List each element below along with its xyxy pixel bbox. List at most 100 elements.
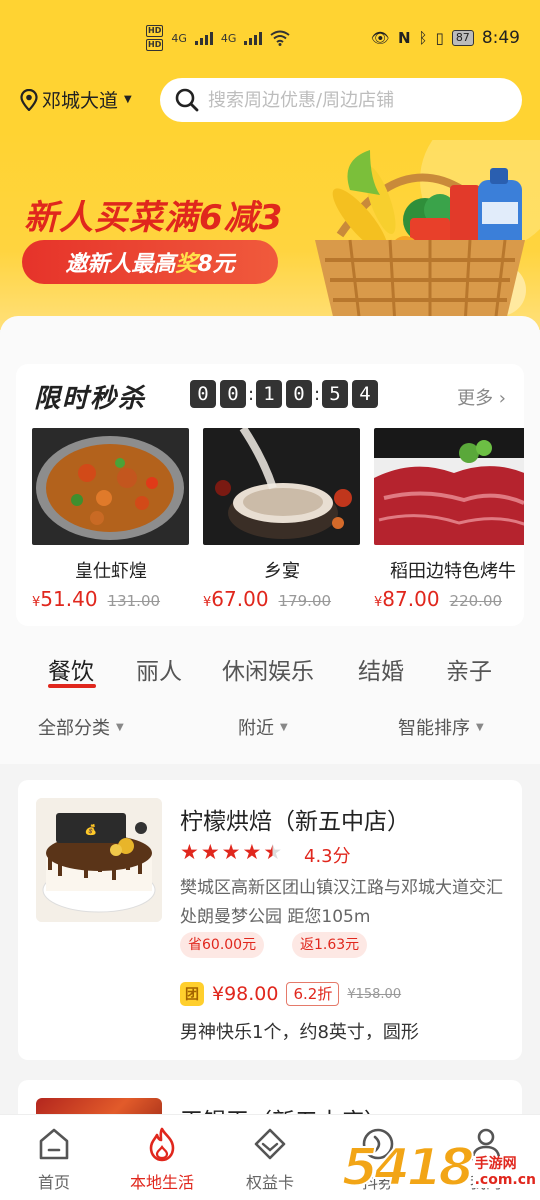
- nav-benefit-card[interactable]: 权益卡: [224, 1125, 316, 1193]
- countdown-digit: 4: [352, 380, 378, 408]
- bluetooth-icon: ᛒ: [418, 29, 428, 47]
- countdown-timer: 0 0 : 1 0 : 5 4: [188, 380, 380, 408]
- star-icon: ★: [242, 840, 262, 864]
- location-pin-icon: [20, 88, 38, 111]
- nav-local-life[interactable]: 本地生活: [116, 1125, 208, 1193]
- search-bar[interactable]: [160, 78, 522, 122]
- svg-text:💰: 💰: [85, 823, 97, 836]
- top-header: 邓城大道 ▼: [0, 70, 540, 130]
- deal-price: ¥98.00: [212, 983, 279, 1005]
- flash-item-image: [374, 428, 524, 545]
- shop-image: 💰: [36, 798, 162, 922]
- flash-item-old-price: 131.00: [107, 592, 161, 610]
- discount-badge: 6.2折: [286, 982, 340, 1006]
- flash-item-name: 皇仕虾煌: [75, 561, 147, 582]
- tab-beauty[interactable]: 丽人: [136, 652, 182, 686]
- flash-item-price: ¥67.00: [203, 587, 269, 611]
- category-tabs: 餐饮 丽人 休闲娱乐 结婚 亲子: [0, 644, 540, 704]
- nav-label: 本地生活: [129, 1173, 194, 1192]
- nav-home[interactable]: 首页: [8, 1125, 100, 1193]
- signal-icon: [194, 31, 213, 45]
- group-buy-icon: 团: [180, 982, 204, 1006]
- grocery-basket-illustration: [315, 140, 540, 326]
- search-icon: [175, 88, 199, 112]
- flash-sale-card: 限时秒杀 0 0 : 1 0 : 5 4 更多 › 皇仕虾煌 ¥51.40 13…: [16, 364, 524, 626]
- wifi-icon: [270, 30, 291, 46]
- invite-pill[interactable]: 邀新人最高奖 8元: [22, 240, 278, 284]
- nfc-icon: N: [397, 29, 411, 47]
- countdown-digit: 0: [220, 380, 246, 408]
- flash-item[interactable]: 皇仕虾煌 ¥51.40 131.00: [32, 428, 190, 611]
- tab-wedding[interactable]: 结婚: [358, 652, 404, 686]
- deal-description: 男神快乐1个，约8英寸，圆形: [180, 1022, 419, 1043]
- vibrate-icon: ▯: [435, 29, 444, 47]
- nav-label: 权益卡: [245, 1173, 294, 1192]
- watermark-number: 5418: [341, 1138, 476, 1198]
- network-indicators: HD HD 4G 4G: [146, 24, 291, 52]
- diamond-icon: [254, 1128, 286, 1160]
- flame-icon: [149, 1127, 175, 1162]
- network-type-2: 4G: [220, 31, 237, 45]
- flash-sale-title: 限时秒杀: [34, 384, 147, 414]
- promo-banner[interactable]: 新人买菜满6减3 邀新人最高奖 8元: [0, 130, 540, 330]
- more-link[interactable]: 更多 ›: [457, 384, 506, 410]
- star-icon: ★: [200, 840, 220, 864]
- active-tab-indicator: [48, 684, 96, 688]
- eye-icon: 👁: [370, 29, 390, 47]
- nav-label: 首页: [37, 1173, 70, 1192]
- cashback-tag: 返1.63元: [292, 932, 368, 958]
- flash-item-price: ¥51.40: [32, 587, 98, 611]
- battery-icon: 87: [451, 30, 474, 46]
- shop-name: 柠檬烘焙（新五中店）: [180, 809, 410, 835]
- countdown-separator: :: [314, 383, 321, 405]
- countdown-digit: 5: [322, 380, 348, 408]
- flash-item-name: 乡宴: [264, 561, 300, 582]
- filter-bar: 全部分类 ▼ 附近 ▼ 智能排序 ▼: [0, 706, 540, 746]
- flash-item-name: 稻田边特色烤牛: [390, 561, 516, 582]
- star-icon: ★: [180, 840, 199, 864]
- location-label: 邓城大道: [42, 90, 119, 112]
- location-selector[interactable]: 邓城大道 ▼: [20, 86, 132, 113]
- clock: 8:49: [481, 28, 520, 48]
- saving-tag: 省60.00元: [180, 932, 265, 958]
- shop-address: 樊城区高新区团山镇汉江路与邓城大道交汇处朗曼梦公园 距您105m: [180, 878, 503, 927]
- flash-item[interactable]: 乡宴 ¥67.00 179.00: [203, 428, 361, 611]
- shop-score: 4.3分: [304, 846, 351, 867]
- tab-leisure[interactable]: 休闲娱乐: [222, 652, 314, 686]
- filter-all-categories[interactable]: 全部分类 ▼: [38, 714, 124, 740]
- watermark-text: 手游网: [472, 1156, 538, 1172]
- rating-stars: ★ ★ ★ ★ ★: [180, 840, 282, 864]
- deal-old-price: ¥158.00: [347, 986, 402, 1002]
- countdown-digit: 1: [256, 380, 282, 408]
- home-icon: [39, 1128, 69, 1160]
- tab-family[interactable]: 亲子: [446, 652, 492, 686]
- flash-item-old-price: 179.00: [278, 592, 332, 610]
- status-bar: HD HD 4G 4G 👁 N ᛒ ▯ 87 8:49: [0, 0, 540, 70]
- network-type-1: 4G: [171, 31, 187, 45]
- signal-icon-2: [244, 31, 263, 45]
- tab-dining[interactable]: 餐饮: [48, 652, 94, 686]
- flash-item[interactable]: 稻田边特色烤牛 ¥87.00 220.00: [374, 428, 524, 611]
- flash-item-image: [203, 428, 360, 545]
- watermark-logo: 5418 手游网 .com.cn: [341, 1138, 538, 1198]
- watermark-domain: .com.cn: [472, 1172, 538, 1188]
- chevron-right-icon: ›: [493, 388, 506, 409]
- caret-down-icon: ▼: [124, 94, 132, 105]
- banner-title: 新人买菜满6减3: [24, 198, 284, 238]
- shop-card[interactable]: 💰 柠檬烘焙（新五中店） ★ ★ ★ ★ ★ 4.3分 樊城区高新区团山镇汉江路…: [18, 780, 522, 1060]
- filter-nearby[interactable]: 附近 ▼: [238, 714, 288, 740]
- search-input[interactable]: [208, 89, 508, 111]
- flash-sale-items: 皇仕虾煌 ¥51.40 131.00 乡宴 ¥67.00 179.00 稻田边特…: [32, 428, 524, 618]
- caret-down-icon: ▼: [476, 721, 484, 733]
- filter-smart-sort[interactable]: 智能排序 ▼: [398, 714, 484, 740]
- star-half-icon: ★: [263, 840, 283, 864]
- hd-icon: HD HD: [146, 25, 164, 51]
- caret-down-icon: ▼: [116, 721, 124, 733]
- countdown-digit: 0: [286, 380, 312, 408]
- flash-item-price: ¥87.00: [374, 587, 440, 611]
- countdown-digit: 0: [190, 380, 216, 408]
- star-icon: ★: [221, 840, 241, 864]
- group-deal[interactable]: 团 ¥98.00 6.2折 ¥158.00: [180, 982, 401, 1006]
- flash-item-old-price: 220.00: [449, 592, 503, 610]
- system-indicators: 👁 N ᛒ ▯ 87 8:49: [371, 28, 520, 48]
